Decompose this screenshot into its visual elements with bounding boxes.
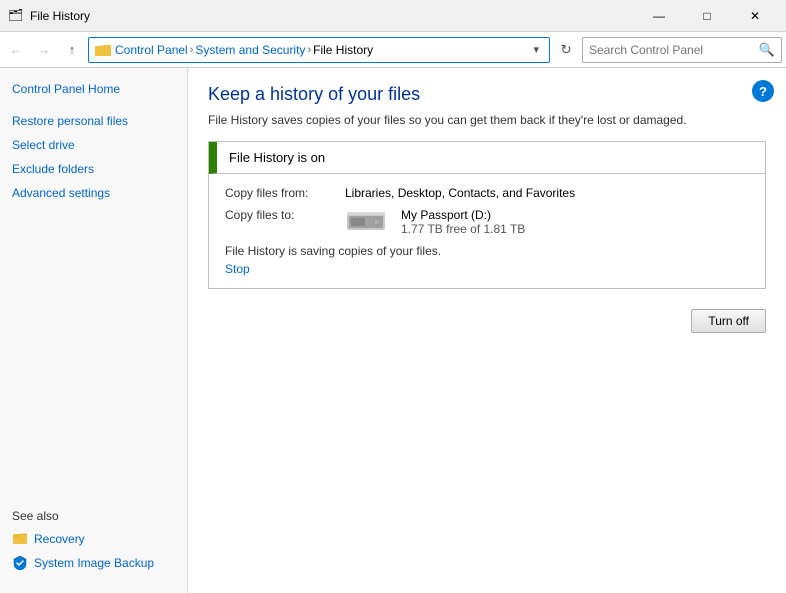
drive-text: My Passport (D:) 1.77 TB free of 1.81 TB — [401, 208, 525, 236]
address-bar: ← → ↑ Control Panel › System and Securit… — [0, 32, 786, 68]
search-input[interactable] — [589, 43, 755, 57]
refresh-button[interactable]: ↻ — [554, 37, 578, 63]
path-folder-icon — [95, 42, 111, 58]
copy-from-value: Libraries, Desktop, Contacts, and Favori… — [345, 186, 575, 200]
see-also-label: See also — [12, 509, 175, 523]
close-button[interactable]: ✕ — [732, 2, 778, 30]
back-button[interactable]: ← — [4, 38, 28, 62]
sidebar-item-advanced-settings[interactable]: Advanced settings — [0, 182, 187, 204]
main-layout: Control Panel Home Restore personal file… — [0, 68, 786, 593]
sidebar-bottom: See also Recovery System Image Backup — [0, 499, 187, 583]
stop-link[interactable]: Stop — [225, 262, 250, 276]
turn-off-button[interactable]: Turn off — [691, 309, 766, 333]
sidebar-item-restore[interactable]: Restore personal files — [0, 110, 187, 132]
drive-info: My Passport (D:) 1.77 TB free of 1.81 TB — [345, 208, 525, 236]
sidebar-item-select-drive[interactable]: Select drive — [0, 134, 187, 156]
copy-from-label: Copy files from: — [225, 186, 345, 200]
sidebar-home-link[interactable]: Control Panel Home — [0, 78, 187, 100]
status-label: File History is on — [229, 150, 325, 165]
drive-space: 1.77 TB free of 1.81 TB — [401, 222, 525, 236]
window-controls: — □ ✕ — [636, 2, 778, 30]
title-bar: 🗂 File History — □ ✕ — [0, 0, 786, 32]
breadcrumb-dropdown-button[interactable]: ▾ — [529, 43, 543, 56]
breadcrumb-sep-2: › — [307, 44, 311, 56]
status-panel: File History is on Copy files from: Libr… — [208, 141, 766, 289]
page-title: Keep a history of your files — [208, 84, 766, 105]
maximize-button[interactable]: □ — [684, 2, 730, 30]
content-area: ? Keep a history of your files File Hist… — [188, 68, 786, 593]
drive-icon — [345, 208, 387, 236]
copy-to-row: Copy files to: My Passport (D:) 1. — [225, 208, 749, 236]
page-description: File History saves copies of your files … — [208, 113, 766, 127]
breadcrumb-system-security[interactable]: System and Security — [195, 43, 305, 57]
see-also-recovery[interactable]: Recovery — [12, 529, 175, 549]
sidebar-item-exclude-folders[interactable]: Exclude folders — [0, 158, 187, 180]
breadcrumb-sep-1: › — [190, 44, 194, 56]
search-box: 🔍 — [582, 37, 782, 63]
copy-from-row: Copy files from: Libraries, Desktop, Con… — [225, 186, 749, 200]
up-button[interactable]: ↑ — [60, 38, 84, 62]
breadcrumb-file-history: File History — [313, 43, 373, 57]
copy-to-label: Copy files to: — [225, 208, 345, 222]
shield-icon — [12, 555, 28, 571]
drive-name: My Passport (D:) — [401, 208, 525, 222]
breadcrumb-control-panel[interactable]: Control Panel — [115, 43, 188, 57]
turn-off-row: Turn off — [208, 309, 766, 333]
status-body: Copy files from: Libraries, Desktop, Con… — [209, 174, 765, 288]
minimize-button[interactable]: — — [636, 2, 682, 30]
sidebar-links: Restore personal files Select drive Excl… — [0, 110, 187, 204]
see-also-system-image[interactable]: System Image Backup — [12, 553, 175, 573]
recovery-icon — [12, 531, 28, 547]
saving-status: File History is saving copies of your fi… — [225, 244, 749, 258]
forward-button[interactable]: → — [32, 38, 56, 62]
sidebar: Control Panel Home Restore personal file… — [0, 68, 188, 593]
search-button[interactable]: 🔍 — [759, 42, 775, 58]
window-title: File History — [30, 9, 636, 23]
status-header: File History is on — [209, 142, 765, 174]
address-path: Control Panel › System and Security › Fi… — [88, 37, 550, 63]
help-button[interactable]: ? — [752, 80, 774, 102]
window-icon: 🗂 — [8, 8, 24, 24]
